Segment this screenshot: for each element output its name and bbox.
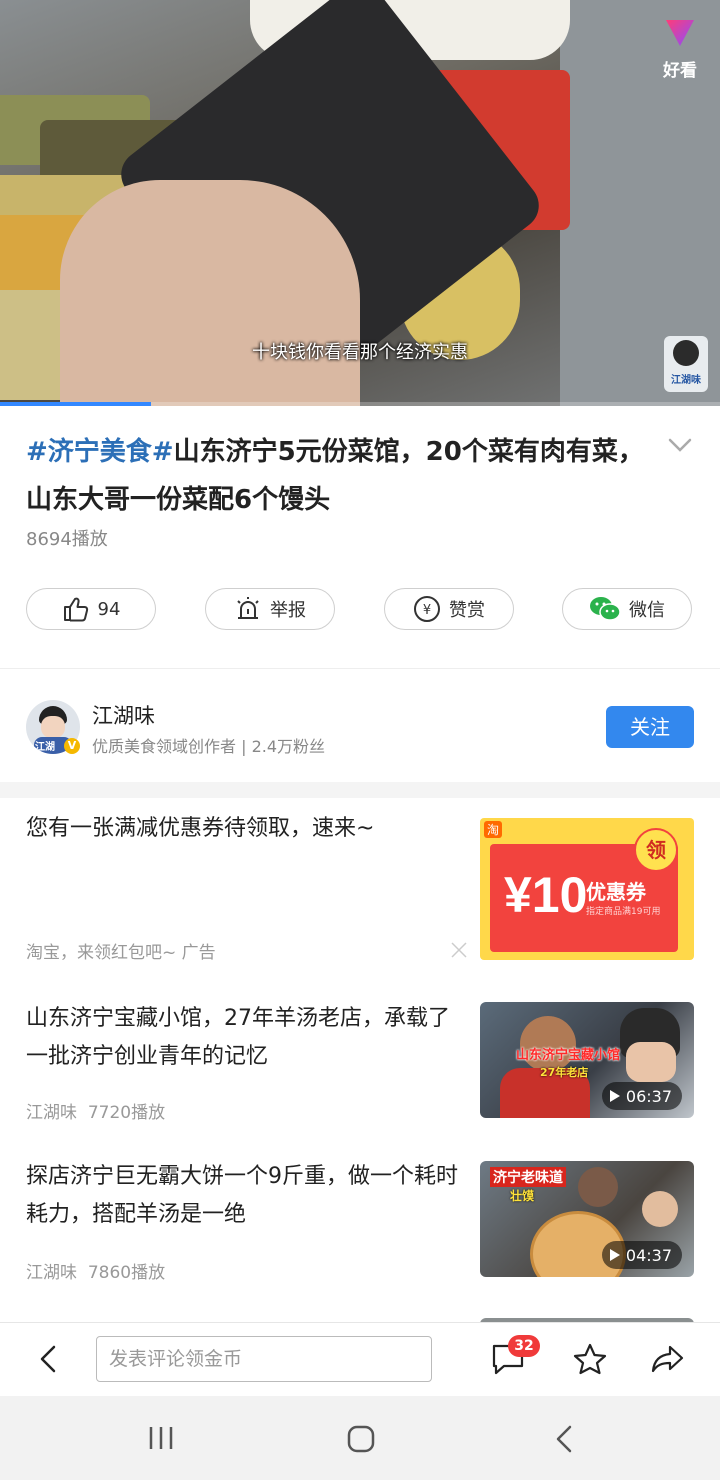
- thumb-caption-sub: 壮馍: [510, 1189, 535, 1203]
- wechat-icon: [590, 597, 621, 621]
- brand-logo-text: 好看: [663, 61, 697, 81]
- video-subtitle: 十块钱你看看那个经济实惠: [252, 342, 468, 363]
- play-count: 8694播放: [26, 529, 108, 550]
- comment-count-badge: 32: [508, 1335, 540, 1357]
- reward-label: 赞赏: [449, 600, 485, 621]
- wechat-label: 微信: [629, 600, 665, 621]
- follow-button[interactable]: 关注: [606, 706, 694, 748]
- divider: [0, 668, 720, 669]
- ad-coupon-image: 淘 ¥10 优惠券 指定商品满19可用 领: [480, 818, 694, 960]
- home-icon[interactable]: [346, 1424, 376, 1454]
- author-description: 优质美食领域创作者 | 2.4万粉丝: [92, 737, 326, 756]
- close-icon[interactable]: [450, 941, 468, 959]
- duration-text: 06:37: [625, 1086, 672, 1106]
- duration-badge: 06:37: [601, 1082, 682, 1110]
- video-title: #济宁美食#山东济宁5元份菜馆，20个菜有肉有菜，山东大哥一份菜配6个馒头: [26, 428, 646, 524]
- like-button[interactable]: 94: [26, 588, 156, 630]
- like-count: 94: [97, 598, 121, 620]
- play-icon: [609, 1090, 620, 1102]
- alarm-icon: [237, 597, 259, 619]
- yen-coin-icon: ¥: [414, 596, 440, 622]
- list-item-meta: 江湖味 7860播放: [26, 1258, 165, 1283]
- watermark-avatar: [673, 340, 699, 366]
- recent-apps-icon[interactable]: [146, 1424, 176, 1452]
- haokan-logo-icon: [666, 20, 694, 46]
- coupon-label: 优惠券: [586, 880, 646, 904]
- chevron-left-icon[interactable]: [36, 1344, 60, 1374]
- duration-badge: 04:37: [601, 1241, 682, 1269]
- back-icon[interactable]: [552, 1424, 576, 1454]
- taobao-mark: 淘: [484, 821, 503, 838]
- report-button[interactable]: 举报: [205, 588, 335, 630]
- reward-button[interactable]: ¥ 赞赏: [384, 588, 514, 630]
- thumb-caption-sub: 27年老店: [540, 1066, 589, 1079]
- list-item-author: 江湖味: [26, 1103, 77, 1123]
- thumb-caption: 济宁老味道: [490, 1167, 566, 1187]
- video-progress-fill: [0, 402, 152, 406]
- video-thumbnail[interactable]: 济宁老味道 壮馍 04:37: [480, 1161, 694, 1277]
- video-progress-bar[interactable]: [0, 402, 720, 406]
- ad-item[interactable]: 您有一张满减优惠券待领取，速来~ 淘宝，来领红包吧~ 广告 淘 ¥10 优惠券 …: [0, 798, 720, 978]
- list-item-title: 探店济宁巨无霸大饼一个9斤重，做一个耗时耗力，搭配羊汤是一绝: [26, 1164, 458, 1227]
- watermark-text: 江湖味: [671, 375, 701, 386]
- list-item-plays: 7720播放: [87, 1103, 166, 1123]
- share-icon[interactable]: [650, 1342, 686, 1376]
- comment-input[interactable]: 发表评论领金币: [96, 1336, 432, 1382]
- list-item-plays: 7860播放: [87, 1263, 166, 1283]
- author-name[interactable]: 江湖味: [92, 700, 155, 730]
- verified-badge-icon: V: [64, 738, 80, 754]
- svg-text:¥: ¥: [423, 603, 431, 618]
- star-icon[interactable]: [572, 1342, 608, 1376]
- brand-logo: 好看: [654, 14, 706, 81]
- thumb-caption: 山东济宁宝藏小馆: [516, 1048, 621, 1063]
- coupon-sub: 指定商品满19可用: [586, 907, 661, 917]
- list-item[interactable]: 探店济宁巨无霸大饼一个9斤重，做一个耗时耗力，搭配羊汤是一绝 江湖味 7860播…: [0, 1150, 720, 1290]
- duration-text: 04:37: [625, 1245, 672, 1265]
- wechat-share-button[interactable]: 微信: [562, 588, 692, 630]
- hashtag-link[interactable]: #济宁美食#: [26, 437, 174, 467]
- list-item-author: 江湖味: [26, 1263, 77, 1283]
- thumbs-up-icon: [63, 597, 88, 622]
- video-player[interactable]: 好看 十块钱你看看那个经济实惠 江湖味: [0, 0, 720, 406]
- list-item[interactable]: 山东济宁宝藏小馆，27年羊汤老店，承载了一批济宁创业青年的记忆 江湖味 7720…: [0, 990, 720, 1130]
- play-icon: [609, 1249, 620, 1261]
- list-item-meta: 江湖味 7720播放: [26, 1098, 165, 1123]
- avatar-text: 江湖: [35, 742, 55, 753]
- channel-watermark: 江湖味: [664, 336, 708, 392]
- hand: [60, 180, 360, 406]
- coupon-claim: 领: [634, 828, 678, 872]
- chevron-down-icon[interactable]: [666, 434, 694, 456]
- ad-meta: 淘宝，来领红包吧~ 广告: [26, 943, 216, 963]
- list-item-title: 山东济宁宝藏小馆，27年羊汤老店，承载了一批济宁创业青年的记忆: [26, 1006, 450, 1069]
- section-gap: [0, 782, 720, 798]
- video-thumbnail[interactable]: 山东济宁宝藏小馆 27年老店 06:37: [480, 1002, 694, 1118]
- coupon-amount: ¥10: [504, 867, 588, 923]
- report-label: 举报: [270, 600, 306, 621]
- ad-title: 您有一张满减优惠券待领取，速来~: [26, 816, 375, 841]
